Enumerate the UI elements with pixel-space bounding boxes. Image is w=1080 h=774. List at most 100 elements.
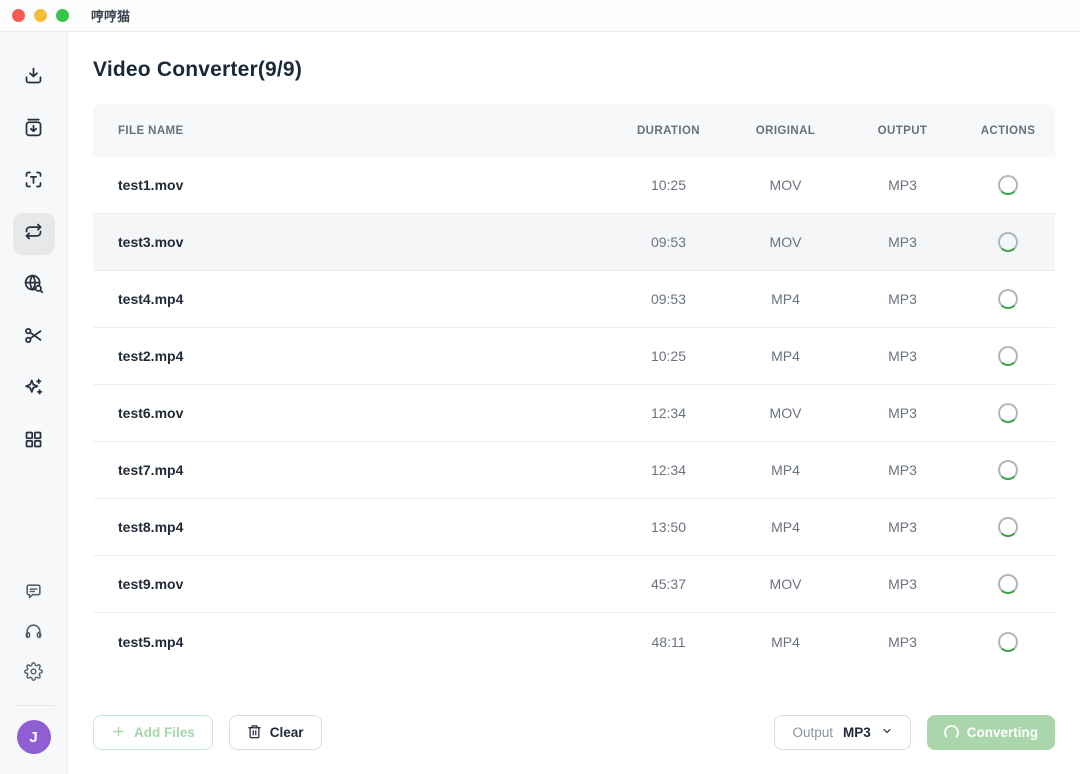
column-original: ORIGINAL — [727, 125, 844, 137]
output-format-dropdown[interactable]: Output MP3 — [774, 715, 910, 750]
titlebar: 哼哼猫 — [0, 0, 1080, 32]
sidebar-item-converter[interactable] — [13, 213, 55, 255]
original-format-cell: MOV — [727, 177, 844, 193]
download-icon — [23, 65, 44, 91]
table-body: test1.mov 10:25 MOV MP3 test3.mov 09:53 … — [93, 157, 1055, 670]
sidebar-item-feedback[interactable] — [16, 577, 52, 611]
original-format-cell: MP4 — [727, 634, 844, 650]
table-row[interactable]: test2.mp4 10:25 MP4 MP3 — [93, 328, 1055, 385]
converting-spinner-icon — [998, 632, 1018, 652]
chevron-down-icon — [879, 725, 893, 740]
duration-cell: 09:53 — [610, 291, 727, 307]
original-format-cell: MOV — [727, 234, 844, 250]
output-value: MP3 — [843, 725, 871, 740]
converting-spinner-icon — [998, 517, 1018, 537]
converting-label: Converting — [967, 725, 1038, 740]
text-scan-icon — [23, 169, 44, 195]
sidebar-item-text-scan[interactable] — [13, 161, 55, 203]
file-table: FILE NAME DURATION ORIGINAL OUTPUT ACTIO… — [93, 104, 1055, 670]
file-name-cell: test5.mp4 — [93, 634, 610, 650]
output-format-cell: MP3 — [844, 291, 961, 307]
sidebar-item-support[interactable] — [16, 617, 52, 651]
output-format-cell: MP3 — [844, 462, 961, 478]
file-name-cell: test7.mp4 — [93, 462, 610, 478]
footer-right-group: Output MP3 Converting — [774, 715, 1055, 750]
converting-button[interactable]: Converting — [927, 715, 1055, 750]
column-output: OUTPUT — [844, 125, 961, 137]
table-row[interactable]: test3.mov 09:53 MOV MP3 — [93, 214, 1055, 271]
converting-spinner-icon — [998, 574, 1018, 594]
duration-cell: 48:11 — [610, 634, 727, 650]
add-files-label: Add Files — [134, 725, 195, 740]
duration-cell: 45:37 — [610, 576, 727, 592]
table-row[interactable]: test6.mov 12:34 MOV MP3 — [93, 385, 1055, 442]
clear-button[interactable]: Clear — [229, 715, 322, 750]
maximize-button[interactable] — [56, 9, 69, 22]
sidebar-item-download[interactable] — [13, 57, 55, 99]
traffic-lights — [12, 9, 69, 22]
file-name-cell: test1.mov — [93, 177, 610, 193]
original-format-cell: MOV — [727, 576, 844, 592]
original-format-cell: MP4 — [727, 348, 844, 364]
duration-cell: 10:25 — [610, 348, 727, 364]
table-row[interactable]: test4.mp4 09:53 MP4 MP3 — [93, 271, 1055, 328]
file-name-cell: test8.mp4 — [93, 519, 610, 535]
column-actions: ACTIONS — [961, 125, 1055, 137]
repeat-icon — [23, 221, 44, 247]
converting-spinner-icon — [998, 460, 1018, 480]
trash-icon — [247, 724, 262, 742]
plus-icon — [111, 724, 126, 742]
avatar[interactable]: J — [17, 720, 51, 754]
sidebar-item-ai-tools[interactable] — [13, 369, 55, 411]
sidebar-bottom: J — [14, 577, 54, 754]
spinner-icon — [944, 725, 959, 740]
sidebar-item-settings[interactable] — [16, 657, 52, 691]
main-content: Video Converter(9/9) FILE NAME DURATION … — [68, 32, 1080, 774]
file-name-cell: test2.mp4 — [93, 348, 610, 364]
converting-spinner-icon — [998, 289, 1018, 309]
chat-icon — [24, 582, 43, 606]
table-row[interactable]: test8.mp4 13:50 MP4 MP3 — [93, 499, 1055, 556]
sidebar-item-apps-grid[interactable] — [13, 421, 55, 463]
table-row[interactable]: test7.mp4 12:34 MP4 MP3 — [93, 442, 1055, 499]
sidebar-nav — [13, 57, 55, 463]
sidebar-item-web-search[interactable] — [13, 265, 55, 307]
window-title: 哼哼猫 — [91, 6, 130, 25]
globe-search-icon — [23, 273, 44, 299]
table-row[interactable]: test5.mp4 48:11 MP4 MP3 — [93, 613, 1055, 670]
grid-icon — [23, 429, 44, 455]
converting-spinner-icon — [998, 346, 1018, 366]
sidebar-item-trim[interactable] — [13, 317, 55, 359]
close-button[interactable] — [12, 9, 25, 22]
file-name-cell: test6.mov — [93, 405, 610, 421]
output-format-cell: MP3 — [844, 634, 961, 650]
duration-cell: 10:25 — [610, 177, 727, 193]
duration-cell: 09:53 — [610, 234, 727, 250]
converting-spinner-icon — [998, 403, 1018, 423]
output-format-cell: MP3 — [844, 519, 961, 535]
output-format-cell: MP3 — [844, 405, 961, 421]
original-format-cell: MP4 — [727, 462, 844, 478]
clear-label: Clear — [270, 725, 304, 740]
output-format-cell: MP3 — [844, 576, 961, 592]
original-format-cell: MOV — [727, 405, 844, 421]
original-format-cell: MP4 — [727, 519, 844, 535]
archive-download-icon — [23, 117, 44, 143]
sidebar-item-archive-download[interactable] — [13, 109, 55, 151]
output-format-cell: MP3 — [844, 348, 961, 364]
output-format-cell: MP3 — [844, 177, 961, 193]
table-row[interactable]: test9.mov 45:37 MOV MP3 — [93, 556, 1055, 613]
sidebar-divider — [14, 705, 54, 706]
file-name-cell: test4.mp4 — [93, 291, 610, 307]
sparkles-icon — [23, 377, 44, 403]
gear-icon — [24, 662, 43, 686]
table-row[interactable]: test1.mov 10:25 MOV MP3 — [93, 157, 1055, 214]
column-duration: DURATION — [610, 125, 727, 137]
scissors-icon — [23, 325, 44, 351]
add-files-button[interactable]: Add Files — [93, 715, 213, 750]
output-label: Output — [792, 725, 833, 740]
converting-spinner-icon — [998, 232, 1018, 252]
minimize-button[interactable] — [34, 9, 47, 22]
converting-spinner-icon — [998, 175, 1018, 195]
file-name-cell: test3.mov — [93, 234, 610, 250]
